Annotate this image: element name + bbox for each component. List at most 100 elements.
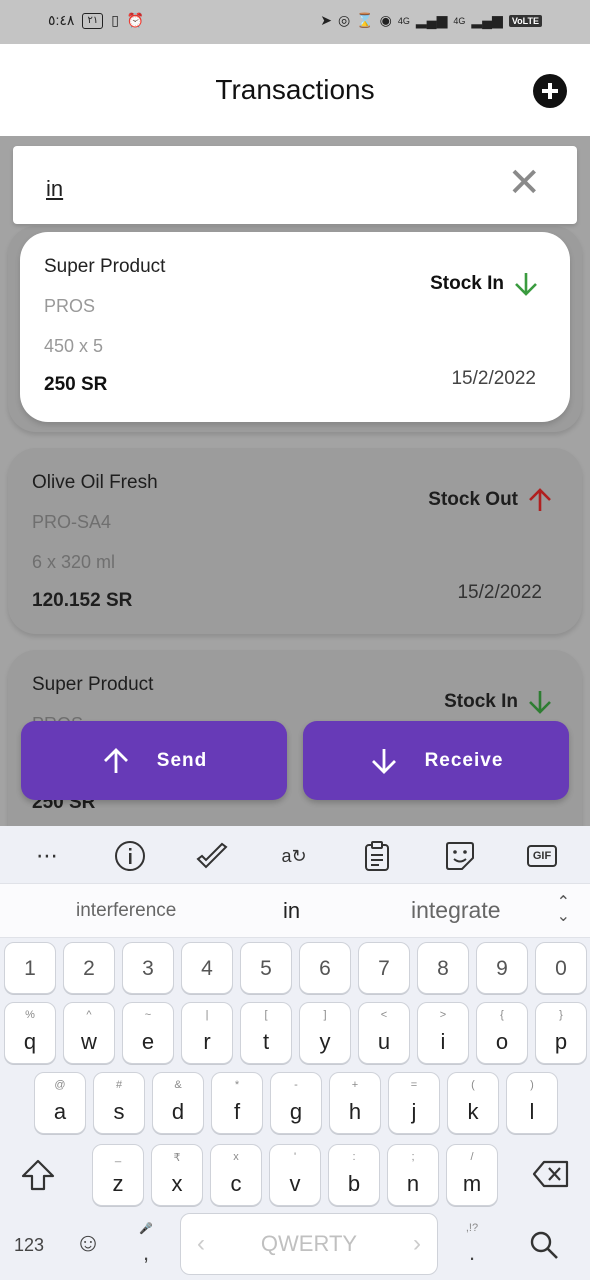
key-u[interactable]: < u xyxy=(358,1002,410,1064)
key-label: 7 xyxy=(378,957,390,980)
key-6[interactable]: 6 xyxy=(299,942,351,994)
key-label: h xyxy=(348,1099,362,1124)
key-h[interactable]: + h xyxy=(329,1072,381,1134)
search-bar[interactable]: in ✕ xyxy=(13,146,577,224)
key-label: 1 xyxy=(24,957,36,980)
key-q[interactable]: % q xyxy=(4,1002,56,1064)
key-c[interactable]: xc xyxy=(210,1144,262,1206)
key-label: z xyxy=(112,1171,124,1196)
suggestion-right[interactable]: integrate xyxy=(411,897,501,924)
collapse-suggestions-icon[interactable]: ⌃ ⌄ xyxy=(557,895,570,925)
sticker-icon[interactable] xyxy=(442,838,478,874)
product-price: 250 SR xyxy=(44,374,108,395)
key-j[interactable]: = j xyxy=(388,1072,440,1134)
period-key[interactable]: ,!? . xyxy=(446,1210,498,1274)
space-bar[interactable]: ‹ QWERTY › xyxy=(180,1213,438,1275)
key-hint: @ xyxy=(54,1079,66,1091)
key-2[interactable]: 2 xyxy=(63,942,115,994)
key-4[interactable]: 4 xyxy=(181,942,233,994)
comma-key-label: , xyxy=(142,1240,150,1265)
more-icon[interactable]: ⋯ xyxy=(29,838,65,874)
key-label: r xyxy=(203,1029,211,1054)
key-7[interactable]: 7 xyxy=(358,942,410,994)
key-e[interactable]: ~ e xyxy=(122,1002,174,1064)
key-label: 6 xyxy=(319,957,331,980)
key-f[interactable]: * f xyxy=(211,1072,263,1134)
key-label: u xyxy=(377,1029,391,1054)
shift-key[interactable] xyxy=(6,1144,70,1206)
key-hint: { xyxy=(500,1009,504,1021)
key-9[interactable]: 9 xyxy=(476,942,528,994)
key-label: w xyxy=(81,1029,97,1054)
arrow-down-icon xyxy=(526,688,554,716)
key-label: a xyxy=(53,1099,67,1124)
key-3[interactable]: 3 xyxy=(122,942,174,994)
key-label: v xyxy=(289,1171,301,1196)
key-g[interactable]: -g xyxy=(270,1072,322,1134)
transaction-card[interactable]: Super Product PROS 450 x 5 250 SR 15/2/2… xyxy=(20,232,570,422)
checkmark-icon[interactable] xyxy=(194,838,230,874)
key-s[interactable]: # s xyxy=(93,1072,145,1134)
key-label: e xyxy=(141,1029,155,1054)
telegram-icon: ➤ xyxy=(320,12,333,28)
key-k[interactable]: (k xyxy=(447,1072,499,1134)
arrow-down-icon xyxy=(371,748,396,774)
key-1[interactable]: 1 xyxy=(4,942,56,994)
key-hint: * xyxy=(234,1079,240,1091)
send-button[interactable]: Send xyxy=(21,721,287,800)
key-hint: ₹ xyxy=(173,1152,181,1164)
key-label: k xyxy=(467,1099,479,1124)
symbols-key[interactable]: 123 xyxy=(0,1216,58,1274)
add-transaction-button[interactable] xyxy=(533,74,567,108)
key-p[interactable]: } p xyxy=(535,1002,587,1064)
key-8[interactable]: 8 xyxy=(417,942,469,994)
key-d[interactable]: & d xyxy=(152,1072,204,1134)
key-hint: x xyxy=(233,1151,239,1163)
search-key[interactable] xyxy=(515,1216,575,1274)
key-hint: ) xyxy=(530,1079,534,1091)
key-r[interactable]: | r xyxy=(181,1002,233,1064)
key-v[interactable]: ' v xyxy=(269,1144,321,1206)
key-hint: | xyxy=(205,1009,209,1021)
transaction-card[interactable]: Olive Oil Fresh PRO-SA4 6 x 320 ml 120.1… xyxy=(8,448,582,634)
emoji-key[interactable]: ☺ xyxy=(62,1216,114,1274)
key-label: 5 xyxy=(260,957,272,980)
close-icon[interactable]: ✕ xyxy=(507,163,541,203)
transaction-list[interactable]: in ✕ Super Product PROS 450 x 5 250 SR 1… xyxy=(0,136,590,826)
period-key-label: . xyxy=(468,1240,476,1265)
key-i[interactable]: > i xyxy=(417,1002,469,1064)
key-y[interactable]: ] y xyxy=(299,1002,351,1064)
suggestion-middle[interactable]: in xyxy=(283,898,300,924)
arrow-up-icon xyxy=(526,486,554,514)
comma-key[interactable]: 🎤 , xyxy=(120,1210,172,1274)
key-w[interactable]: ^ w xyxy=(63,1002,115,1064)
clipboard-icon[interactable] xyxy=(359,838,395,874)
key-l[interactable]: ) l xyxy=(506,1072,558,1134)
product-code: PROS xyxy=(44,296,96,316)
key-hint: } xyxy=(559,1009,563,1021)
search-input[interactable]: in xyxy=(46,176,63,202)
receive-label: Receive xyxy=(424,749,504,771)
key-label: o xyxy=(495,1029,509,1054)
key-x[interactable]: ₹ x xyxy=(151,1144,203,1206)
backspace-key[interactable] xyxy=(518,1144,584,1206)
signal-icon: ▂▄▆ xyxy=(415,12,448,28)
emoji-icon: ☺ xyxy=(74,1227,102,1257)
stock-status-label: Stock In xyxy=(430,273,504,294)
suggestion-left[interactable]: interference xyxy=(76,900,176,922)
key-hint: / xyxy=(470,1151,474,1163)
key-n[interactable]: ; n xyxy=(387,1144,439,1206)
key-t[interactable]: [t xyxy=(240,1002,292,1064)
key-o[interactable]: {o xyxy=(476,1002,528,1064)
key-m[interactable]: / m xyxy=(446,1144,498,1206)
info-icon[interactable] xyxy=(112,838,148,874)
key-5[interactable]: 5 xyxy=(240,942,292,994)
key-0[interactable]: 0 xyxy=(535,942,587,994)
gif-icon[interactable]: GIF xyxy=(524,838,560,874)
key-a[interactable]: @ a xyxy=(34,1072,86,1134)
key-label: m xyxy=(462,1171,482,1196)
key-z[interactable]: _ z xyxy=(92,1144,144,1206)
receive-button[interactable]: Receive xyxy=(303,721,569,800)
key-b[interactable]: :b xyxy=(328,1144,380,1206)
translate-icon[interactable]: a↻ xyxy=(276,838,312,874)
